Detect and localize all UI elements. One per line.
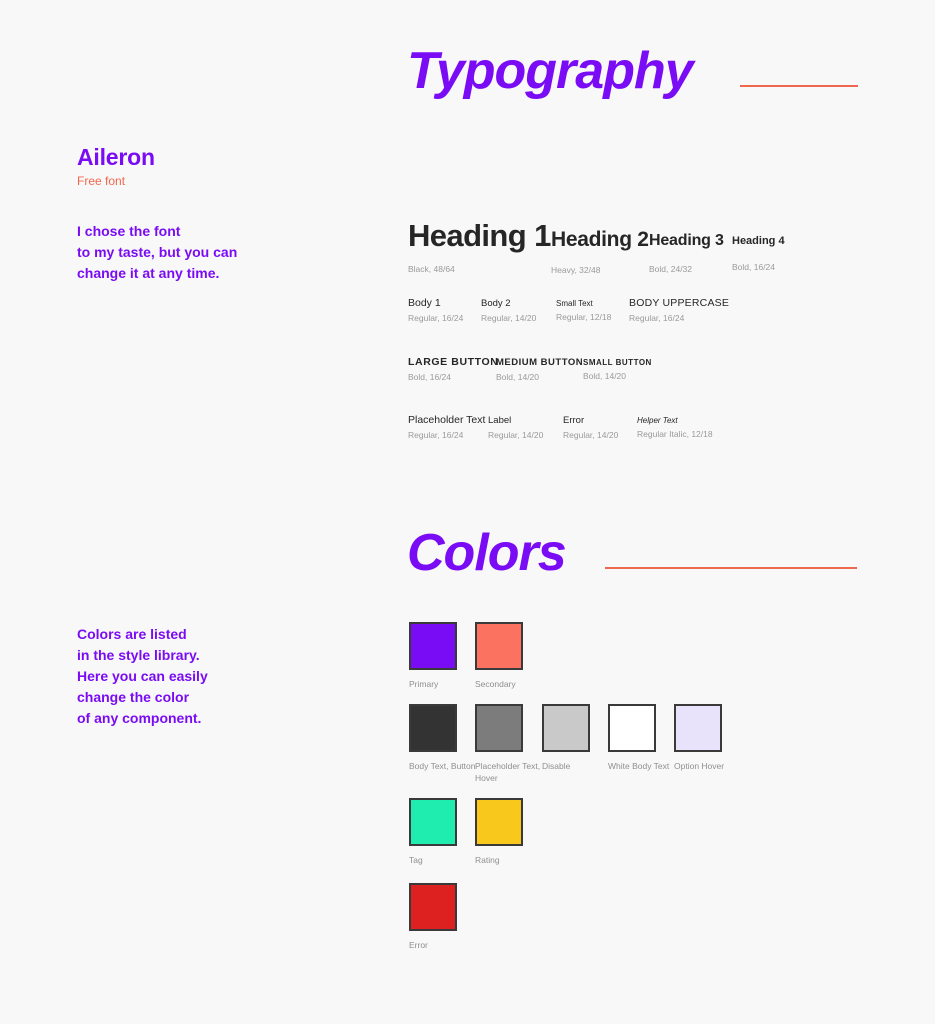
type-specimen-small-button: SMALL BUTTON Bold, 14/20 <box>583 358 652 381</box>
type-specimen-sample: SMALL BUTTON <box>583 358 652 367</box>
type-specimen-sample: Heading 1 <box>408 218 551 253</box>
color-swatch-label: Error <box>409 940 428 950</box>
type-specimen-meta: Regular, 14/20 <box>481 313 537 323</box>
type-specimen-sample: LARGE BUTTON <box>408 356 499 368</box>
type-specimen-placeholder-text: Placeholder Text Regular, 16/24 <box>408 414 485 440</box>
color-swatch-label: Tag <box>409 855 423 865</box>
color-chip <box>409 622 457 670</box>
type-specimen-sample: Body 1 <box>408 297 441 309</box>
typography-note-line: change it at any time. <box>77 265 220 281</box>
type-specimen-medium-button: MEDIUM BUTTON Bold, 14/20 <box>496 357 583 382</box>
type-specimen-sample: Body 2 <box>481 298 511 309</box>
color-chip <box>608 704 656 752</box>
color-swatch-rating[interactable]: Rating <box>475 798 555 866</box>
type-specimen-sample: MEDIUM BUTTON <box>496 357 584 368</box>
type-specimen-sample: Helper Text <box>637 416 678 425</box>
color-swatch-label: Secondary <box>475 679 516 689</box>
type-specimen-meta: Regular Italic, 12/18 <box>637 429 713 439</box>
type-specimen-body-1: Body 1 Regular, 16/24 <box>408 297 463 323</box>
type-specimen-sample: Heading 2 <box>551 228 649 251</box>
type-specimen-meta: Bold, 24/32 <box>649 264 693 274</box>
color-swatch-label: White Body Text <box>608 761 670 771</box>
color-chip <box>409 704 457 752</box>
type-specimen-heading-3: Heading 3 Bold, 24/32 <box>649 231 724 274</box>
color-chip <box>674 704 722 752</box>
color-swatch-option-hover[interactable]: Option Hover <box>674 704 754 772</box>
color-swatch-secondary[interactable]: Secondary <box>475 622 555 690</box>
typography-note-line: to my taste, but you can <box>77 244 238 260</box>
type-specimen-heading-2: Heading 2 Heavy, 32/48 <box>551 228 649 275</box>
type-specimen-body-2: Body 2 Regular, 14/20 <box>481 298 536 323</box>
type-specimen-heading-1: Heading 1 Black, 48/64 <box>408 218 551 275</box>
type-specimen-label: Label Regular, 14/20 <box>488 415 543 440</box>
colors-note-line: of any component. <box>77 710 202 726</box>
type-specimen-meta: Regular, 16/24 <box>629 313 685 323</box>
type-specimen-meta: Regular, 16/24 <box>408 313 464 323</box>
type-specimen-sample: Heading 4 <box>732 235 785 247</box>
type-specimen-meta: Regular, 12/18 <box>556 312 612 322</box>
type-specimen-meta: Heavy, 32/48 <box>551 265 601 275</box>
colors-note-line: in the style library. <box>77 647 200 663</box>
color-chip <box>409 798 457 846</box>
font-family-name: Aileron <box>77 144 155 170</box>
colors-note-line: Colors are listed <box>77 626 187 642</box>
type-specimen-meta: Regular, 16/24 <box>408 430 464 440</box>
type-specimen-sample: Label <box>488 415 512 426</box>
color-swatch-label: Rating <box>475 855 500 865</box>
type-specimen-large-button: LARGE BUTTON Bold, 16/24 <box>408 356 498 382</box>
color-swatch-label: Disable <box>542 761 571 771</box>
color-swatch-error[interactable]: Error <box>409 883 489 951</box>
type-specimen-sample: Small Text <box>556 299 593 308</box>
type-specimen-heading-4: Heading 4 Bold, 16/24 <box>732 234 785 272</box>
type-specimen-sample: Placeholder Text <box>408 414 486 426</box>
font-license-label: Free font <box>77 174 126 188</box>
color-chip <box>475 622 523 670</box>
type-specimen-meta: Bold, 14/20 <box>496 372 540 382</box>
color-swatch-label: Primary <box>409 679 439 689</box>
colors-note-line: Here you can easily <box>77 668 208 684</box>
type-specimen-helper-text: Helper Text Regular Italic, 12/18 <box>637 416 713 439</box>
color-swatch-label: Placeholder Text, Hover <box>475 761 541 783</box>
type-specimen-meta: Regular, 14/20 <box>488 430 544 440</box>
type-specimen-meta: Regular, 14/20 <box>563 430 619 440</box>
colors-note-line: change the color <box>77 689 190 705</box>
color-chip <box>409 883 457 931</box>
type-specimen-meta: Bold, 16/24 <box>732 262 776 272</box>
typography-note-line: I chose the font <box>77 223 181 239</box>
type-specimen-sample: BODY UPPERCASE <box>629 297 730 309</box>
color-chip <box>542 704 590 752</box>
typography-section-title: Typography <box>407 42 694 100</box>
type-specimen-sample: Error <box>563 415 585 426</box>
color-chip <box>475 704 523 752</box>
type-specimen-body-uppercase: BODY UPPERCASE Regular, 16/24 <box>629 297 729 323</box>
style-guide-page: Typography Aileron Free font I chose the… <box>0 0 935 1024</box>
colors-side-note: Colors are listed in the style library. … <box>77 624 208 729</box>
colors-section-title: Colors <box>407 524 567 582</box>
colors-title-underline-rule <box>605 567 857 569</box>
color-chip <box>475 798 523 846</box>
type-specimen-small-text: Small Text Regular, 12/18 <box>556 299 611 322</box>
type-specimen-error: Error Regular, 14/20 <box>563 415 618 440</box>
typography-title-underline-rule <box>740 85 858 87</box>
type-specimen-meta: Bold, 14/20 <box>583 371 627 381</box>
type-specimen-meta: Black, 48/64 <box>408 264 455 274</box>
type-specimen-sample: Heading 3 <box>649 232 724 249</box>
typography-side-note: I chose the font to my taste, but you ca… <box>77 221 237 284</box>
color-swatch-label: Option Hover <box>674 761 725 771</box>
type-specimen-meta: Bold, 16/24 <box>408 372 452 382</box>
color-swatch-label: Body Text, Button <box>409 761 476 771</box>
